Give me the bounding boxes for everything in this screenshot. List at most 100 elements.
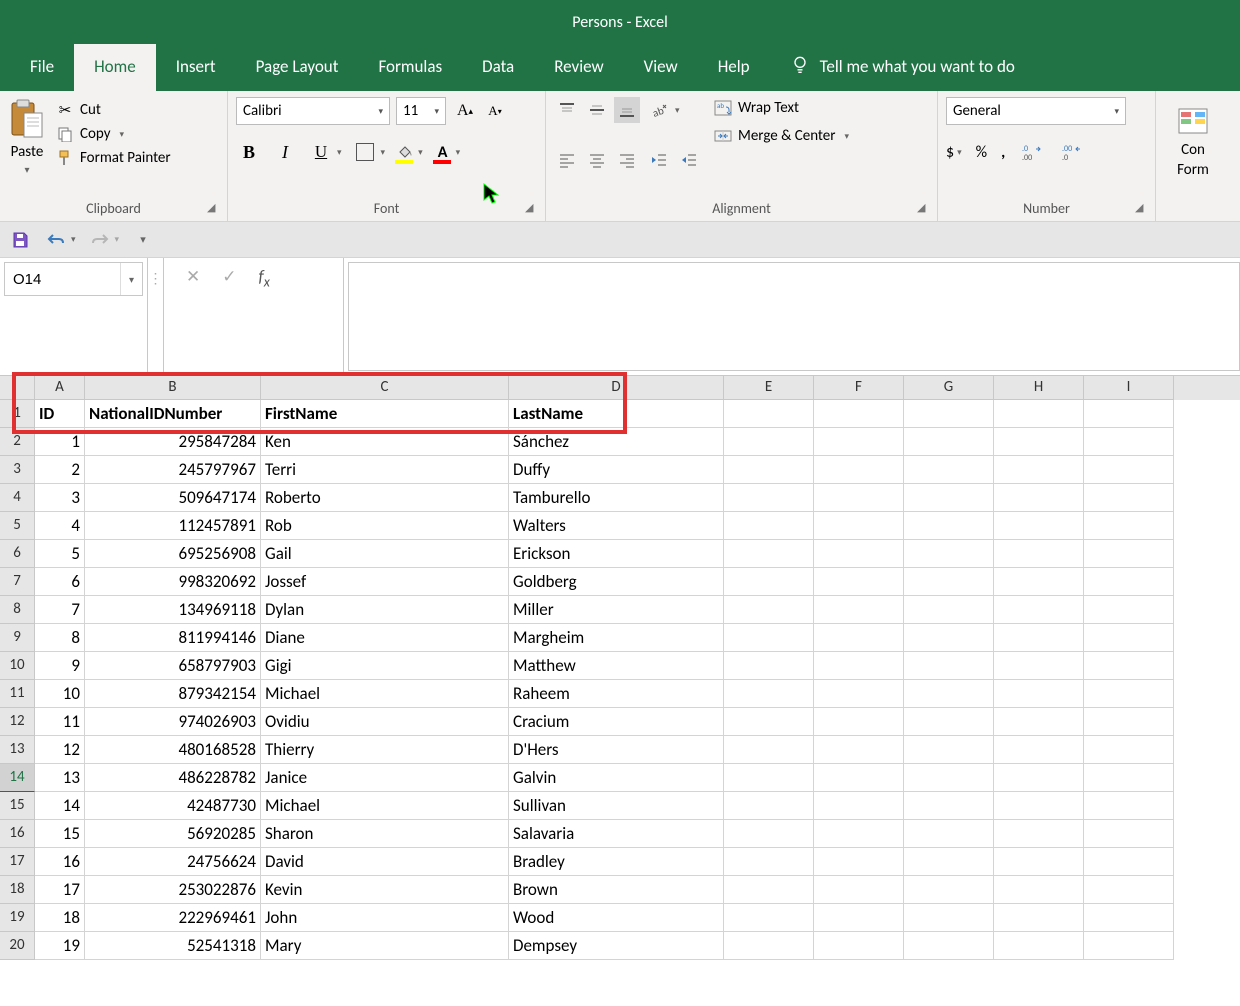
cell[interactable]: Miller	[509, 596, 724, 624]
row-header[interactable]: 7	[0, 568, 35, 596]
cell[interactable]	[1084, 876, 1174, 904]
undo-button[interactable]: ▾	[44, 228, 76, 252]
underline-button[interactable]: U▾	[308, 139, 342, 165]
row-header[interactable]: 15	[0, 792, 35, 820]
cell[interactable]	[1084, 848, 1174, 876]
row-header[interactable]: 3	[0, 456, 35, 484]
cell[interactable]: 24756624	[85, 848, 261, 876]
cell[interactable]: Galvin	[509, 764, 724, 792]
tab-help[interactable]: Help	[698, 44, 770, 91]
row-header[interactable]: 5	[0, 512, 35, 540]
cell[interactable]: Bradley	[509, 848, 724, 876]
cell[interactable]	[724, 792, 814, 820]
align-center-button[interactable]	[584, 147, 610, 173]
cell[interactable]: Gail	[261, 540, 509, 568]
copy-dropdown-arrow[interactable]: ▾	[120, 129, 125, 140]
cell[interactable]: 998320692	[85, 568, 261, 596]
cell[interactable]: John	[261, 904, 509, 932]
cell[interactable]	[814, 540, 904, 568]
tab-home[interactable]: Home	[74, 44, 156, 91]
cell[interactable]: 4	[35, 512, 85, 540]
cell[interactable]	[814, 512, 904, 540]
cell[interactable]: NationalIDNumber	[85, 400, 261, 428]
cell[interactable]	[814, 428, 904, 456]
row-header[interactable]: 17	[0, 848, 35, 876]
merge-dropdown-arrow[interactable]: ▾	[845, 131, 850, 142]
cell[interactable]: D'Hers	[509, 736, 724, 764]
cell[interactable]	[994, 932, 1084, 960]
cell[interactable]: Roberto	[261, 484, 509, 512]
cell[interactable]	[724, 540, 814, 568]
font-color-button[interactable]: A ▾	[433, 142, 461, 162]
cell[interactable]	[994, 652, 1084, 680]
cell[interactable]: LastName	[509, 400, 724, 428]
row-header[interactable]: 16	[0, 820, 35, 848]
cell[interactable]: Brown	[509, 876, 724, 904]
conditional-formatting-button[interactable]: ConForm	[1164, 97, 1222, 180]
cell[interactable]: Jossef	[261, 568, 509, 596]
cell[interactable]: Diane	[261, 624, 509, 652]
cell[interactable]: 695256908	[85, 540, 261, 568]
accounting-format-button[interactable]: $▾	[946, 143, 962, 162]
cell[interactable]	[724, 484, 814, 512]
redo-button[interactable]: ▾	[88, 228, 120, 252]
cell[interactable]	[814, 876, 904, 904]
cell[interactable]	[724, 848, 814, 876]
cell[interactable]: 7	[35, 596, 85, 624]
cell[interactable]	[814, 484, 904, 512]
cancel-formula-button[interactable]: ✕	[186, 266, 200, 287]
font-name-combo[interactable]: Calibri ▾	[236, 97, 390, 125]
cut-button[interactable]: ✂ Cut	[52, 99, 175, 121]
align-middle-button[interactable]	[584, 97, 610, 123]
cell[interactable]: 52541318	[85, 932, 261, 960]
cell[interactable]	[724, 512, 814, 540]
align-bottom-button[interactable]	[614, 97, 640, 123]
row-header[interactable]: 10	[0, 652, 35, 680]
cell[interactable]	[994, 820, 1084, 848]
row-header[interactable]: 19	[0, 904, 35, 932]
cell[interactable]: 486228782	[85, 764, 261, 792]
cell[interactable]	[814, 680, 904, 708]
cell[interactable]	[814, 764, 904, 792]
cell[interactable]: Terri	[261, 456, 509, 484]
cell[interactable]	[904, 848, 994, 876]
cell[interactable]: 480168528	[85, 736, 261, 764]
cell[interactable]: Sharon	[261, 820, 509, 848]
cell[interactable]: Ken	[261, 428, 509, 456]
name-box[interactable]: ▾	[4, 262, 143, 296]
cell[interactable]	[1084, 400, 1174, 428]
cell[interactable]	[904, 512, 994, 540]
number-format-combo[interactable]: General ▾	[946, 97, 1126, 125]
cell[interactable]: Salavaria	[509, 820, 724, 848]
paste-button[interactable]: Paste ▾	[8, 97, 52, 217]
cell[interactable]	[904, 736, 994, 764]
cell[interactable]: Goldberg	[509, 568, 724, 596]
cell[interactable]	[994, 596, 1084, 624]
cell[interactable]	[1084, 932, 1174, 960]
alignment-dialog-launcher[interactable]: ◢	[917, 201, 931, 215]
merge-center-button[interactable]: Merge & Center ▾	[714, 127, 849, 145]
cell[interactable]	[1084, 680, 1174, 708]
customize-qat-button[interactable]: ▾	[131, 228, 155, 252]
tab-file[interactable]: File	[10, 44, 74, 91]
cell[interactable]: 11	[35, 708, 85, 736]
cell[interactable]	[994, 428, 1084, 456]
cell[interactable]	[724, 708, 814, 736]
tab-formulas[interactable]: Formulas	[358, 44, 462, 91]
row-header[interactable]: 4	[0, 484, 35, 512]
cell[interactable]: 222969461	[85, 904, 261, 932]
column-header-D[interactable]: D	[509, 376, 724, 400]
column-header-B[interactable]: B	[85, 376, 261, 400]
cell[interactable]	[904, 456, 994, 484]
cell[interactable]: 134969118	[85, 596, 261, 624]
cell[interactable]: Erickson	[509, 540, 724, 568]
cell[interactable]	[724, 624, 814, 652]
tell-me[interactable]: Tell me what you want to do	[790, 54, 1015, 91]
cell[interactable]	[724, 820, 814, 848]
row-header[interactable]: 18	[0, 876, 35, 904]
row-header[interactable]: 11	[0, 680, 35, 708]
increase-indent-button[interactable]	[676, 147, 702, 173]
cell[interactable]	[724, 680, 814, 708]
cell[interactable]: Matthew	[509, 652, 724, 680]
cell[interactable]	[1084, 652, 1174, 680]
